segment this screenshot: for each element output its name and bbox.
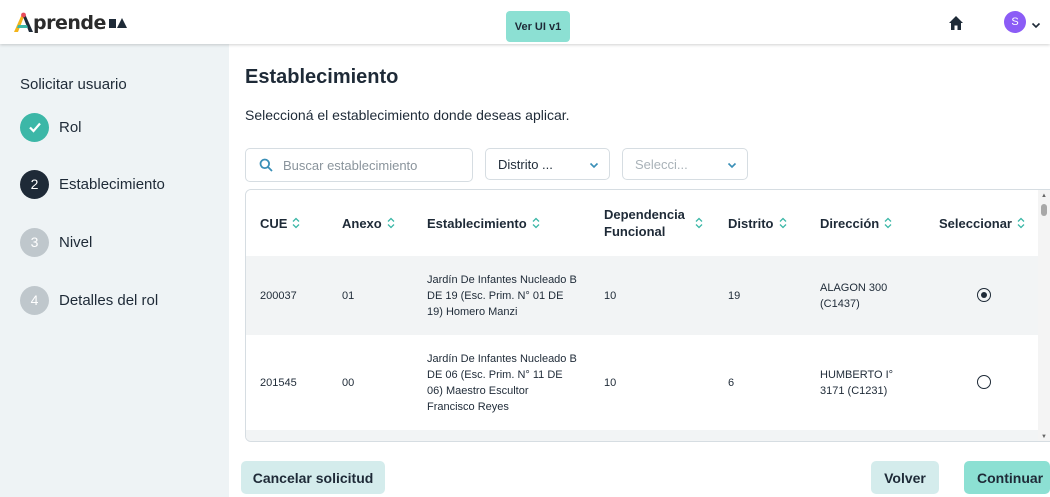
back-button[interactable]: Volver — [871, 461, 939, 494]
cell-anexo: 00 — [342, 376, 355, 389]
distrito-select-value: Distrito ... — [498, 156, 553, 172]
step-label: Detalles del rol — [59, 291, 159, 309]
table-row[interactable] — [246, 430, 1040, 441]
sort-icon — [1017, 217, 1025, 229]
cell-direccion: HUMBERTO I° 3171 (C1231) — [820, 368, 894, 397]
select-radio[interactable] — [977, 288, 991, 302]
stepper-sidebar: Solicitar usuario Rol 2 Establecimiento … — [0, 44, 229, 497]
logo-square-icon — [108, 18, 116, 28]
cell-distrito: 19 — [728, 289, 741, 302]
sort-icon — [695, 217, 703, 229]
logo-ba-mark — [108, 18, 127, 28]
page-title: Establecimiento — [245, 66, 399, 88]
table-row[interactable]: 200037 01 Jardín De Infantes Nucleado B … — [246, 256, 1040, 335]
cell-dependencia: 10 — [604, 376, 617, 389]
cell-anexo: 01 — [342, 289, 355, 302]
step-label: Rol — [59, 118, 82, 136]
top-bar: prende Ver UI v1 S — [0, 0, 1050, 44]
column-header-dependencia-funcional[interactable]: Dependencia Funcional — [604, 190, 703, 256]
table-scrollbar[interactable]: ▲ ▼ — [1038, 190, 1050, 441]
column-header-direccion[interactable]: Dirección — [820, 190, 892, 256]
table-row[interactable]: 201545 00 Jardín De Infantes Nucleado B … — [246, 335, 1040, 430]
logo-text: prende — [33, 12, 106, 34]
page-subtitle: Seleccioná el establecimiento donde dese… — [245, 107, 570, 123]
scrollbar-thumb[interactable] — [1041, 204, 1047, 216]
sort-icon — [292, 217, 300, 229]
cell-establecimiento: Jardín De Infantes Nucleado B DE 19 (Esc… — [427, 273, 577, 318]
cell-cue: 200037 — [260, 289, 297, 302]
select-radio[interactable] — [977, 375, 991, 389]
cancel-request-button[interactable]: Cancelar solicitud — [241, 461, 385, 494]
step-establecimiento[interactable]: 2 Establecimiento — [20, 169, 165, 199]
home-icon[interactable] — [948, 15, 964, 31]
logo-triangle-icon — [116, 18, 127, 28]
cell-establecimiento: Jardín De Infantes Nucleado B DE 06 (Esc… — [427, 352, 577, 413]
column-header-anexo[interactable]: Anexo — [342, 190, 395, 256]
aprende-ba-logo[interactable]: prende — [12, 12, 127, 34]
column-header-seleccionar[interactable]: Seleccionar — [939, 190, 1025, 256]
establecimientos-table: CUE Anexo Establecimiento Dependencia Fu… — [245, 189, 1050, 442]
search-icon — [259, 158, 273, 172]
step-number: 2 — [20, 169, 49, 199]
step-label: Establecimiento — [59, 175, 165, 193]
step-number: 3 — [20, 227, 49, 257]
column-header-distrito[interactable]: Distrito — [728, 190, 787, 256]
step-rol[interactable]: Rol — [20, 112, 82, 142]
sort-icon — [884, 217, 892, 229]
column-header-cue[interactable]: CUE — [260, 190, 300, 256]
step-nivel[interactable]: 3 Nivel — [20, 227, 92, 257]
step-number: 4 — [20, 285, 49, 315]
distrito-select[interactable]: Distrito ... — [485, 148, 610, 180]
step-detalles-del-rol[interactable]: 4 Detalles del rol — [20, 285, 158, 315]
sort-icon — [387, 217, 395, 229]
step-label: Nivel — [59, 233, 93, 251]
continue-button[interactable]: Continuar — [964, 461, 1050, 494]
secondary-select-value: Selecci... — [635, 156, 688, 172]
table-header: CUE Anexo Establecimiento Dependencia Fu… — [246, 190, 1040, 256]
column-header-establecimiento[interactable]: Establecimiento — [427, 190, 540, 256]
cell-dependencia: 10 — [604, 289, 617, 302]
search-input[interactable] — [283, 157, 453, 173]
sidebar-title: Solicitar usuario — [20, 76, 127, 93]
chevron-down-icon — [727, 162, 737, 169]
sort-icon — [779, 217, 786, 229]
scroll-down-arrow-icon[interactable]: ▼ — [1041, 434, 1047, 440]
chevron-down-icon[interactable] — [1031, 17, 1041, 29]
secondary-select[interactable]: Selecci... — [622, 148, 748, 180]
search-box[interactable] — [245, 148, 473, 182]
version-button[interactable]: Ver UI v1 — [506, 11, 570, 42]
cell-cue: 201545 — [260, 376, 297, 389]
cell-direccion: ALAGON 300 (C1437) — [820, 281, 888, 310]
cell-distrito: 6 — [728, 376, 735, 389]
sort-icon — [532, 217, 540, 229]
check-icon — [20, 112, 49, 142]
avatar[interactable]: S — [1004, 11, 1026, 33]
scroll-up-arrow-icon[interactable]: ▲ — [1041, 193, 1047, 199]
logo-a-mark-icon — [12, 12, 36, 34]
chevron-down-icon — [589, 162, 599, 169]
main-content: Establecimiento Seleccioná el establecim… — [229, 44, 1050, 497]
